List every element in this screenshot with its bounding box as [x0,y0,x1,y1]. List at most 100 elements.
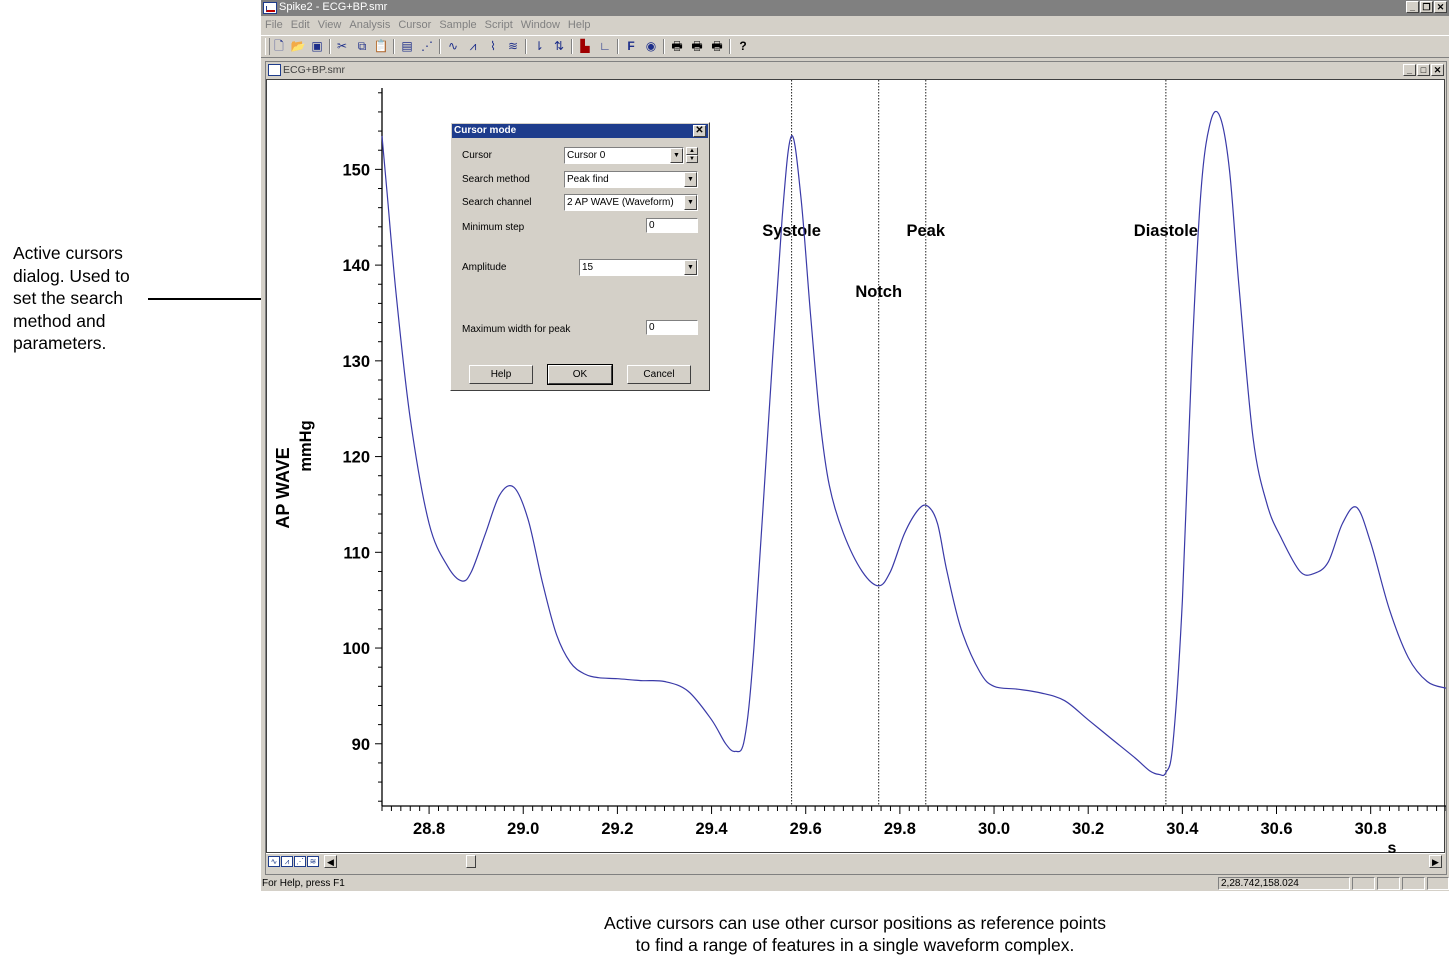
spin-down-icon[interactable]: ▼ [686,155,698,163]
cancel-button[interactable]: Cancel [627,365,691,384]
cursor-2-icon[interactable]: ⇅ [551,38,567,54]
menu-window[interactable]: Window [517,17,564,31]
amplitude-label: Amplitude [462,262,507,273]
waveform-2-icon[interactable]: ⩘ [465,38,481,54]
help-button[interactable]: Help [469,365,533,384]
app-titlebar: Spike2 - ECG+BP.smr _ ❐ ✕ [261,0,1449,16]
search-method-select[interactable]: Peak find ▼ [564,171,698,188]
minimum-step-input[interactable]: 0 [646,218,698,233]
close-icon[interactable]: ✕ [693,125,706,137]
cursor-label: Notch [855,283,902,301]
chevron-down-icon[interactable]: ▼ [684,172,697,187]
scroll-thumb[interactable] [466,855,476,868]
data-file-icon [268,64,281,76]
open-file-icon[interactable]: 📂 [290,38,306,54]
cut-icon[interactable]: ✂ [334,38,350,54]
menu-sample[interactable]: Sample [435,17,480,31]
print-2-icon[interactable]: 🖶 [689,38,705,54]
cursor-label: Systole [762,222,821,240]
toolbar-separator [525,39,527,54]
y-tick-label: 110 [343,544,370,562]
cursor-label: Cursor [462,150,493,161]
event-channel-icon[interactable]: ⋰ [294,856,306,867]
cursor-1-icon[interactable]: ⇂ [531,38,547,54]
chevron-down-icon[interactable]: ▼ [670,148,683,163]
close-icon[interactable]: ✕ [1431,64,1444,76]
y-tick-label: 140 [342,257,370,275]
x-tick-label: 30.6 [1260,820,1292,838]
xy-view-icon[interactable]: ⋰ [419,38,435,54]
toolbar-grip[interactable] [265,38,270,55]
x-tick-label: 29.6 [790,820,822,838]
scroll-left-icon[interactable]: ◀ [324,855,337,868]
close-icon[interactable]: ✕ [1434,1,1447,13]
cursor-select-value: Cursor 0 [567,150,606,161]
function-f-icon[interactable]: F [623,38,639,54]
search-channel-select[interactable]: 2 AP WAVE (Waveform) ▼ [564,194,698,211]
data-view-title: ECG+BP.smr [283,64,345,76]
copy-icon[interactable]: ⧉ [354,38,370,54]
menu-help[interactable]: Help [564,17,595,31]
status-cell [1402,877,1425,890]
cursor-spinner[interactable]: ▲ ▼ [686,147,698,164]
waveform-1-icon[interactable]: ∿ [445,38,461,54]
x-unit-label: s [1388,840,1397,854]
menu-edit[interactable]: Edit [287,17,314,31]
spin-up-icon[interactable]: ▲ [686,147,698,155]
minimize-icon[interactable]: _ [1403,64,1416,76]
axis-icon[interactable]: ∟ [597,38,613,54]
ok-button[interactable]: OK [547,364,613,385]
annotation-text: Active cursors dialog. Used to set the s… [13,243,130,353]
cursor-select[interactable]: Cursor 0 ▼ [564,147,684,164]
print-1-icon[interactable]: 🖶 [669,38,685,54]
x-tick-label: 29.2 [601,820,633,838]
chevron-down-icon[interactable]: ▼ [684,195,697,210]
menu-file[interactable]: File [261,17,287,31]
new-file-icon[interactable]: 🗋 [271,38,287,54]
maximize-icon[interactable]: □ [1417,64,1430,76]
amplitude-value: 15 [582,262,594,273]
menu-view[interactable]: View [314,17,346,31]
y-tick-label: 90 [352,736,370,754]
amplitude-select[interactable]: 15 ▼ [579,259,698,276]
status-cell [1377,877,1400,890]
y-tick-label: 130 [342,353,370,371]
waveform-channel-icon[interactable]: ∿ [268,856,280,867]
plot-area[interactable]: 90 100 110 120 130 140 150 28.8 29.0 29.2 29.4 29.6… [266,79,1446,854]
waveform-4-icon[interactable]: ≋ [505,38,521,54]
scroll-right-icon[interactable]: ▶ [1429,855,1442,868]
toolbar-separator [617,39,619,54]
status-cell [1352,877,1375,890]
paste-icon[interactable]: 📋 [373,38,389,54]
waveform-channel-icon[interactable]: ⩘ [281,856,293,867]
waveform-3-icon[interactable]: ⌇ [485,38,501,54]
search-method-value: Peak find [567,174,609,185]
max-width-input[interactable]: 0 [646,320,698,335]
save-icon[interactable]: ▣ [309,38,325,54]
toolbar-separator [663,39,665,54]
print-3-icon[interactable]: 🖶 [709,38,725,54]
menu-cursor[interactable]: Cursor [394,17,435,31]
cursor-label: Diastole [1134,222,1198,240]
record-icon[interactable]: ◉ [643,38,659,54]
new-view-icon[interactable]: ▤ [399,38,415,54]
y-tick-label: 100 [342,640,370,658]
menu-bar: File Edit View Analysis Cursor Sample Script Wi… [261,17,1449,33]
restore-icon[interactable]: ❐ [1420,1,1433,13]
dialog-titlebar[interactable]: Cursor mode ✕ [452,124,708,138]
help-question-icon[interactable]: ? [735,38,751,54]
status-bar: For Help, press F1 2,28.742,158.024 [261,876,1449,891]
minimize-icon[interactable]: _ [1406,1,1419,13]
histogram-icon[interactable]: ▙ [577,38,593,54]
y-unit-label: mmHg [297,420,315,471]
menu-analysis[interactable]: Analysis [345,17,394,31]
chevron-down-icon[interactable]: ▼ [684,260,697,275]
x-tick-label: 28.8 [413,820,445,838]
toolbar-separator [729,39,731,54]
marker-channel-icon[interactable]: ≋ [307,856,319,867]
search-channel-value: 2 AP WAVE (Waveform) [567,197,674,208]
menu-script[interactable]: Script [481,17,517,31]
time-scrollbar[interactable]: ∿ ⩘ ⋰ ≋ ◀ ▶ [266,853,1445,870]
x-tick-label: 30.2 [1072,820,1104,838]
y-tick-label: 120 [342,449,370,467]
